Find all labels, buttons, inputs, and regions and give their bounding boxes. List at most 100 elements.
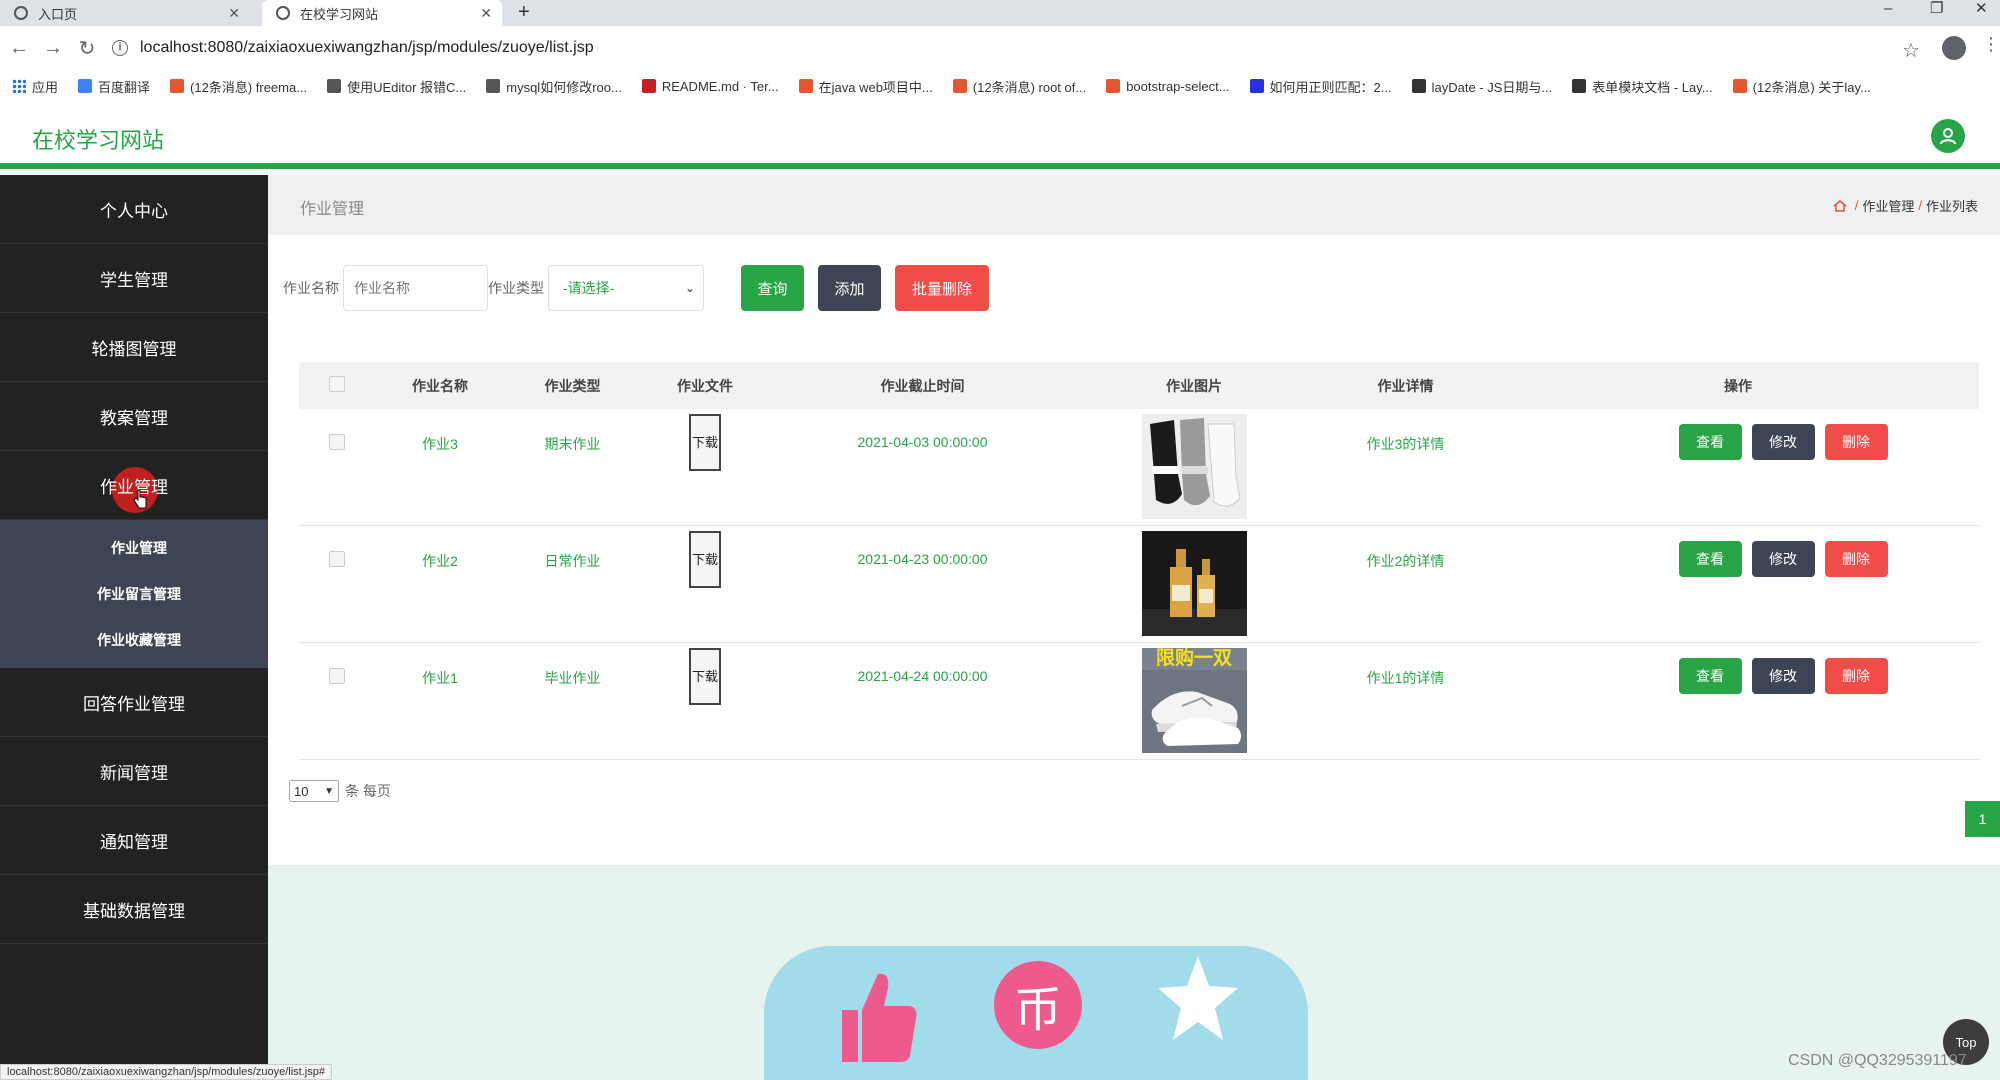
homework-image-bottles[interactable] — [1141, 531, 1247, 636]
bookmark-label: (12条消息) root of... — [972, 79, 1087, 95]
minimize-icon[interactable]: – — [1884, 0, 1892, 26]
page-header: 作业管理 / 作业管理 / 作业列表 — [268, 175, 2000, 235]
homework-type: 日常作业 — [544, 553, 601, 569]
sidebar-item-personal[interactable]: 个人中心 — [0, 175, 268, 244]
bookmark-item[interactable]: 使用UEditor 报错C... — [327, 77, 466, 96]
reload-icon[interactable]: ↻ — [72, 36, 102, 61]
bookmark-item[interactable]: 在java web项目中... — [798, 77, 933, 96]
close-icon[interactable]: ✕ — [228, 5, 240, 22]
coin-icon[interactable]: 币 — [994, 961, 1082, 1049]
homework-image-socks[interactable] — [1141, 414, 1247, 519]
site-title[interactable]: 在校学习网站 — [32, 123, 164, 155]
window-close-icon[interactable]: ✕ — [1975, 0, 1988, 26]
select-all-checkbox[interactable] — [328, 376, 345, 392]
bookmark-item[interactable]: (12条消息) 关于lay... — [1732, 77, 1871, 96]
view-button[interactable]: 查看 — [1678, 658, 1742, 694]
browser-tab-site[interactable]: 在校学习网站 ✕ — [262, 0, 502, 26]
sidebar-item-label: 通知管理 — [100, 832, 168, 852]
edit-button[interactable]: 修改 — [1751, 424, 1815, 460]
sidebar-item-homework[interactable]: 作业管理 — [0, 451, 268, 520]
homework-type-select[interactable]: -请选择- ⌄ — [548, 265, 704, 311]
bookmark-star-icon[interactable]: ☆ — [1902, 38, 1920, 63]
download-button[interactable]: 下载 — [689, 648, 721, 705]
sidebar-item-carousel[interactable]: 轮播图管理 — [0, 313, 268, 382]
sidebar-item-label: 回答作业管理 — [83, 694, 185, 714]
bookmark-item[interactable]: README.md · Ter... — [641, 79, 779, 94]
bookmark-label: 在java web项目中... — [818, 79, 933, 95]
download-button[interactable]: 下载 — [689, 531, 721, 588]
browser-tab-entry[interactable]: 入口页 ✕ — [0, 0, 250, 26]
sidebar-item-base-data[interactable]: 基础数据管理 — [0, 875, 268, 944]
add-button[interactable]: 添加 — [818, 265, 881, 311]
sidebar-item-lesson-plans[interactable]: 教案管理 — [0, 382, 268, 451]
chevron-down-icon: ⌄ — [684, 281, 695, 295]
page-number-current[interactable]: 1 — [1965, 801, 2000, 837]
homework-submenu: 作业管理 作业留言管理 作业收藏管理 — [0, 520, 268, 668]
sidebar-item-news[interactable]: 新闻管理 — [0, 737, 268, 806]
search-form: 作业名称 作业类型 -请选择- ⌄ 查询 添加 批量删除 — [283, 265, 989, 311]
row-checkbox[interactable] — [328, 551, 345, 567]
delete-button[interactable]: 删除 — [1824, 424, 1888, 460]
download-button[interactable]: 下载 — [689, 414, 721, 471]
sidebar-item-students[interactable]: 学生管理 — [0, 244, 268, 313]
edit-button[interactable]: 修改 — [1751, 541, 1815, 577]
profile-icon[interactable] — [1942, 36, 1966, 60]
row-checkbox[interactable] — [328, 434, 345, 450]
bookmark-item[interactable]: (12条消息) root of... — [952, 77, 1087, 96]
delete-button[interactable]: 删除 — [1824, 658, 1888, 694]
query-button[interactable]: 查询 — [741, 265, 804, 311]
homework-name-input[interactable] — [343, 265, 488, 311]
bookmark-item[interactable]: mysql如何修改roo... — [486, 77, 622, 96]
row-checkbox[interactable] — [328, 668, 345, 684]
menu-icon[interactable]: ⋮ — [1982, 34, 2000, 55]
url-field[interactable]: i localhost:8080/zaixiaoxuexiwangzhan/js… — [112, 33, 1892, 63]
bookmark-item[interactable]: 表单模块文档 - Lay... — [1572, 77, 1713, 96]
homework-name: 作业2 — [422, 553, 458, 569]
bookmark-label: 表单模块文档 - Lay... — [1592, 79, 1713, 95]
homework-deadline: 2021-04-03 00:00:00 — [857, 434, 988, 450]
view-button[interactable]: 查看 — [1678, 424, 1742, 460]
submenu-item-homework[interactable]: 作业管理 — [0, 525, 268, 571]
submenu-item-homework-comments[interactable]: 作业留言管理 — [0, 571, 268, 617]
close-icon[interactable]: ✕ — [480, 5, 492, 22]
info-icon[interactable]: i — [112, 40, 128, 56]
favicon-icon — [1411, 79, 1426, 93]
homework-image-sneakers[interactable]: 限购一双 — [1141, 648, 1247, 753]
sidebar: 个人中心 学生管理 轮播图管理 教案管理 作业管理 作业管理 作业留言管理 作业… — [0, 175, 268, 1080]
user-avatar[interactable] — [1931, 119, 1965, 153]
star-icon[interactable] — [1156, 952, 1240, 1048]
view-button[interactable]: 查看 — [1678, 541, 1742, 577]
page-size-select[interactable]: 10 ▼ — [289, 780, 339, 802]
breadcrumb-item[interactable]: 作业管理 — [1862, 196, 1914, 215]
submenu-item-homework-favorites[interactable]: 作业收藏管理 — [0, 617, 268, 663]
watermark: CSDN @QQ3295391197 — [1788, 1052, 1967, 1069]
favicon-icon — [1732, 79, 1747, 93]
bookmark-item[interactable]: 如何用正则匹配：2... — [1249, 77, 1392, 96]
favicon-icon — [798, 79, 813, 93]
page-size-suffix: 条 每页 — [345, 783, 391, 799]
delete-button[interactable]: 删除 — [1824, 541, 1888, 577]
restore-icon[interactable]: ❐ — [1930, 0, 1943, 26]
bookmark-item[interactable]: 百度翻译 — [78, 77, 150, 96]
sidebar-item-answers[interactable]: 回答作业管理 — [0, 668, 268, 737]
favicon-icon — [170, 79, 185, 93]
homework-detail[interactable]: 作业3的详情 — [1314, 409, 1497, 454]
favicon-icon — [327, 79, 342, 93]
batch-delete-button[interactable]: 批量删除 — [895, 265, 989, 311]
thumbs-up-icon[interactable] — [832, 966, 918, 1066]
edit-button[interactable]: 修改 — [1751, 658, 1815, 694]
column-header: 作业图片 — [1166, 377, 1222, 394]
bookmark-item[interactable]: (12条消息) freema... — [170, 77, 307, 96]
homework-detail[interactable]: 作业1的详情 — [1314, 643, 1497, 688]
home-icon[interactable] — [1833, 199, 1847, 212]
homework-detail[interactable]: 作业2的详情 — [1314, 526, 1497, 571]
bookmark-item[interactable]: bootstrap-select... — [1106, 79, 1230, 94]
sidebar-item-label: 新闻管理 — [100, 763, 168, 783]
bookmark-apps[interactable]: 应用 — [12, 77, 58, 96]
bookmark-item[interactable]: layDate - JS日期与... — [1411, 77, 1552, 96]
breadcrumb-separator: / — [1854, 198, 1859, 213]
new-tab-icon[interactable]: + — [518, 0, 530, 26]
back-icon[interactable]: ← — [4, 37, 34, 60]
forward-icon[interactable]: → — [38, 37, 68, 60]
sidebar-item-notices[interactable]: 通知管理 — [0, 806, 268, 875]
